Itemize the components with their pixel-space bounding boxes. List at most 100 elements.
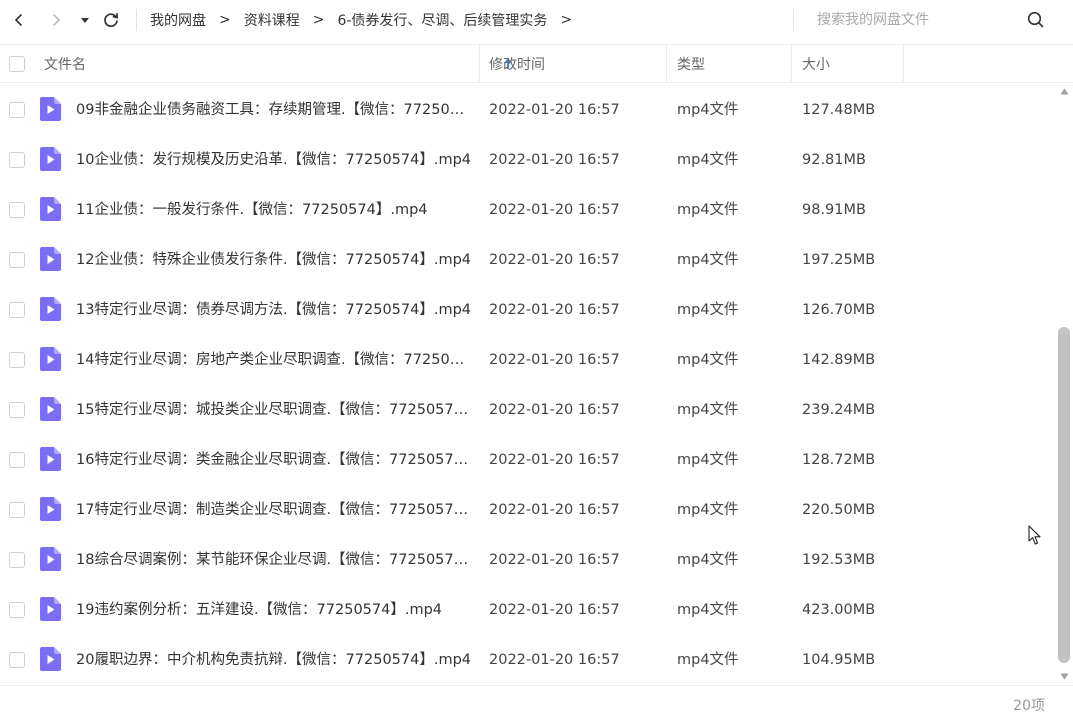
refresh-button[interactable] <box>97 6 125 34</box>
column-header-modified-label: 修改时间 <box>489 56 545 73</box>
file-row[interactable]: 18综合尽调案例：某节能环保企业尽调.【微信：77250574】.mp4 202… <box>0 535 1056 585</box>
column-header-modified[interactable]: 修改时间 <box>489 45 659 82</box>
file-row[interactable]: 12企业债：特殊企业债发行条件.【微信：77250574】.mp4 2022-0… <box>0 235 1056 285</box>
refresh-icon <box>104 13 119 27</box>
file-modified-time: 2022-01-20 16:57 <box>489 152 620 168</box>
scroll-up-arrow-icon[interactable] <box>1060 88 1069 95</box>
select-all-checkbox-cell <box>9 45 25 82</box>
file-type: mp4文件 <box>677 402 739 418</box>
file-browser-window: 我的网盘 > 资料课程 > 6-债券发行、尽调、后续管理实务 > 文件名 <box>0 0 1073 719</box>
file-row[interactable]: 11企业债：一般发行条件.【微信：77250574】.mp4 2022-01-2… <box>0 185 1056 235</box>
video-file-icon <box>40 197 61 221</box>
row-checkbox[interactable] <box>9 352 25 368</box>
file-size: 126.70MB <box>802 302 876 318</box>
row-checkbox[interactable] <box>9 252 25 268</box>
breadcrumb-separator: > <box>560 12 573 28</box>
file-name: 16特定行业尽调：类金融企业尽职调查.【微信：77250574】.mp4 <box>76 452 472 468</box>
scroll-track[interactable] <box>1058 103 1070 663</box>
file-name: 14特定行业尽调：房地产类企业尽职调查.【微信：77250574】.mp4 <box>76 352 472 368</box>
file-modified-time: 2022-01-20 16:57 <box>489 402 620 418</box>
file-modified-time: 2022-01-20 16:57 <box>489 602 620 618</box>
column-divider <box>903 45 904 82</box>
file-row[interactable]: 19违约案例分析：五洋建设.【微信：77250574】.mp4 2022-01-… <box>0 585 1056 635</box>
file-modified-time: 2022-01-20 16:57 <box>489 202 620 218</box>
file-size: 423.00MB <box>802 602 876 618</box>
file-row[interactable]: 14特定行业尽调：房地产类企业尽职调查.【微信：77250574】.mp4 20… <box>0 335 1056 385</box>
file-name: 17特定行业尽调：制造类企业尽职调查.【微信：77250574】.mp4 <box>76 502 472 518</box>
video-file-icon <box>40 647 61 671</box>
item-count: 20项 <box>1013 698 1045 714</box>
mouse-cursor-icon <box>1028 525 1041 545</box>
file-row[interactable]: 16特定行业尽调：类金融企业尽职调查.【微信：77250574】.mp4 202… <box>0 435 1056 485</box>
file-modified-time: 2022-01-20 16:57 <box>489 102 620 118</box>
column-header-type-label: 类型 <box>677 56 705 73</box>
file-row[interactable]: 10企业债：发行规模及历史沿革.【微信：77250574】.mp4 2022-0… <box>0 135 1056 185</box>
file-size: 92.81MB <box>802 152 866 168</box>
column-divider <box>479 45 480 82</box>
row-checkbox[interactable] <box>9 202 25 218</box>
back-button[interactable] <box>5 6 33 34</box>
file-type: mp4文件 <box>677 102 739 118</box>
chevron-right-icon <box>52 13 61 27</box>
row-checkbox[interactable] <box>9 452 25 468</box>
breadcrumb-item-current-folder[interactable]: 6-债券发行、尽调、后续管理实务 <box>337 10 547 30</box>
breadcrumb-item-my-drive[interactable]: 我的网盘 <box>150 10 206 30</box>
scroll-thumb[interactable] <box>1058 327 1070 663</box>
file-modified-time: 2022-01-20 16:57 <box>489 552 620 568</box>
file-row[interactable]: 20履职边界：中介机构免责抗辩.【微信：77250574】.mp4 2022-0… <box>0 635 1056 685</box>
file-name: 13特定行业尽调：债券尽调方法.【微信：77250574】.mp4 <box>76 302 472 318</box>
status-bar: 20项 <box>0 685 1073 719</box>
row-checkbox[interactable] <box>9 502 25 518</box>
file-size: 104.95MB <box>802 652 876 668</box>
breadcrumb: 我的网盘 > 资料课程 > 6-债券发行、尽调、后续管理实务 > <box>150 0 585 40</box>
video-file-icon <box>40 447 61 471</box>
column-header-size[interactable]: 大小 <box>802 45 902 82</box>
row-checkbox[interactable] <box>9 152 25 168</box>
chevron-left-icon <box>14 13 23 27</box>
file-size: 197.25MB <box>802 252 876 268</box>
file-modified-time: 2022-01-20 16:57 <box>489 252 620 268</box>
row-checkbox[interactable] <box>9 102 25 118</box>
select-all-checkbox[interactable] <box>9 55 25 72</box>
vertical-scrollbar[interactable] <box>1056 85 1073 685</box>
search-input[interactable] <box>804 7 1014 33</box>
caret-down-icon <box>81 18 89 23</box>
file-name: 12企业债：特殊企业债发行条件.【微信：77250574】.mp4 <box>76 252 472 268</box>
video-file-icon <box>40 247 61 271</box>
column-header-name-label: 文件名 <box>44 56 86 73</box>
file-name: 15特定行业尽调：城投类企业尽职调查.【微信：77250574】.mp4 <box>76 402 472 418</box>
scroll-down-arrow-icon[interactable] <box>1060 673 1069 680</box>
search-divider <box>793 9 794 31</box>
file-type: mp4文件 <box>677 602 739 618</box>
file-type: mp4文件 <box>677 202 739 218</box>
file-row[interactable]: 15特定行业尽调：城投类企业尽职调查.【微信：77250574】.mp4 202… <box>0 385 1056 435</box>
column-header-name[interactable]: 文件名 <box>44 45 512 82</box>
video-file-icon <box>40 547 61 571</box>
file-size: 220.50MB <box>802 502 876 518</box>
breadcrumb-item-courses[interactable]: 资料课程 <box>244 10 300 30</box>
breadcrumb-separator: > <box>219 12 231 28</box>
file-type: mp4文件 <box>677 502 739 518</box>
file-name: 10企业债：发行规模及历史沿革.【微信：77250574】.mp4 <box>76 152 472 168</box>
file-row[interactable]: 13特定行业尽调：债券尽调方法.【微信：77250574】.mp4 2022-0… <box>0 285 1056 335</box>
file-size: 192.53MB <box>802 552 876 568</box>
file-row[interactable]: 17特定行业尽调：制造类企业尽职调查.【微信：77250574】.mp4 202… <box>0 485 1056 535</box>
column-header-type[interactable]: 类型 <box>677 45 787 82</box>
file-size: 128.72MB <box>802 452 876 468</box>
row-checkbox[interactable] <box>9 552 25 568</box>
file-type: mp4文件 <box>677 452 739 468</box>
file-list: 09非金融企业债务融资工具：存续期管理.【微信：77250574】.mp4 20… <box>0 85 1056 685</box>
forward-button[interactable] <box>42 6 70 34</box>
row-checkbox[interactable] <box>9 302 25 318</box>
row-checkbox[interactable] <box>9 652 25 668</box>
file-name: 11企业债：一般发行条件.【微信：77250574】.mp4 <box>76 202 428 218</box>
file-row[interactable]: 09非金融企业债务融资工具：存续期管理.【微信：77250574】.mp4 20… <box>0 85 1056 135</box>
row-checkbox[interactable] <box>9 602 25 618</box>
search-button[interactable] <box>1026 10 1046 30</box>
file-size: 239.24MB <box>802 402 876 418</box>
row-checkbox[interactable] <box>9 402 25 418</box>
toolbar-divider <box>136 9 137 31</box>
breadcrumb-separator: > <box>312 12 325 28</box>
file-type: mp4文件 <box>677 352 739 368</box>
history-dropdown-button[interactable] <box>72 6 98 34</box>
